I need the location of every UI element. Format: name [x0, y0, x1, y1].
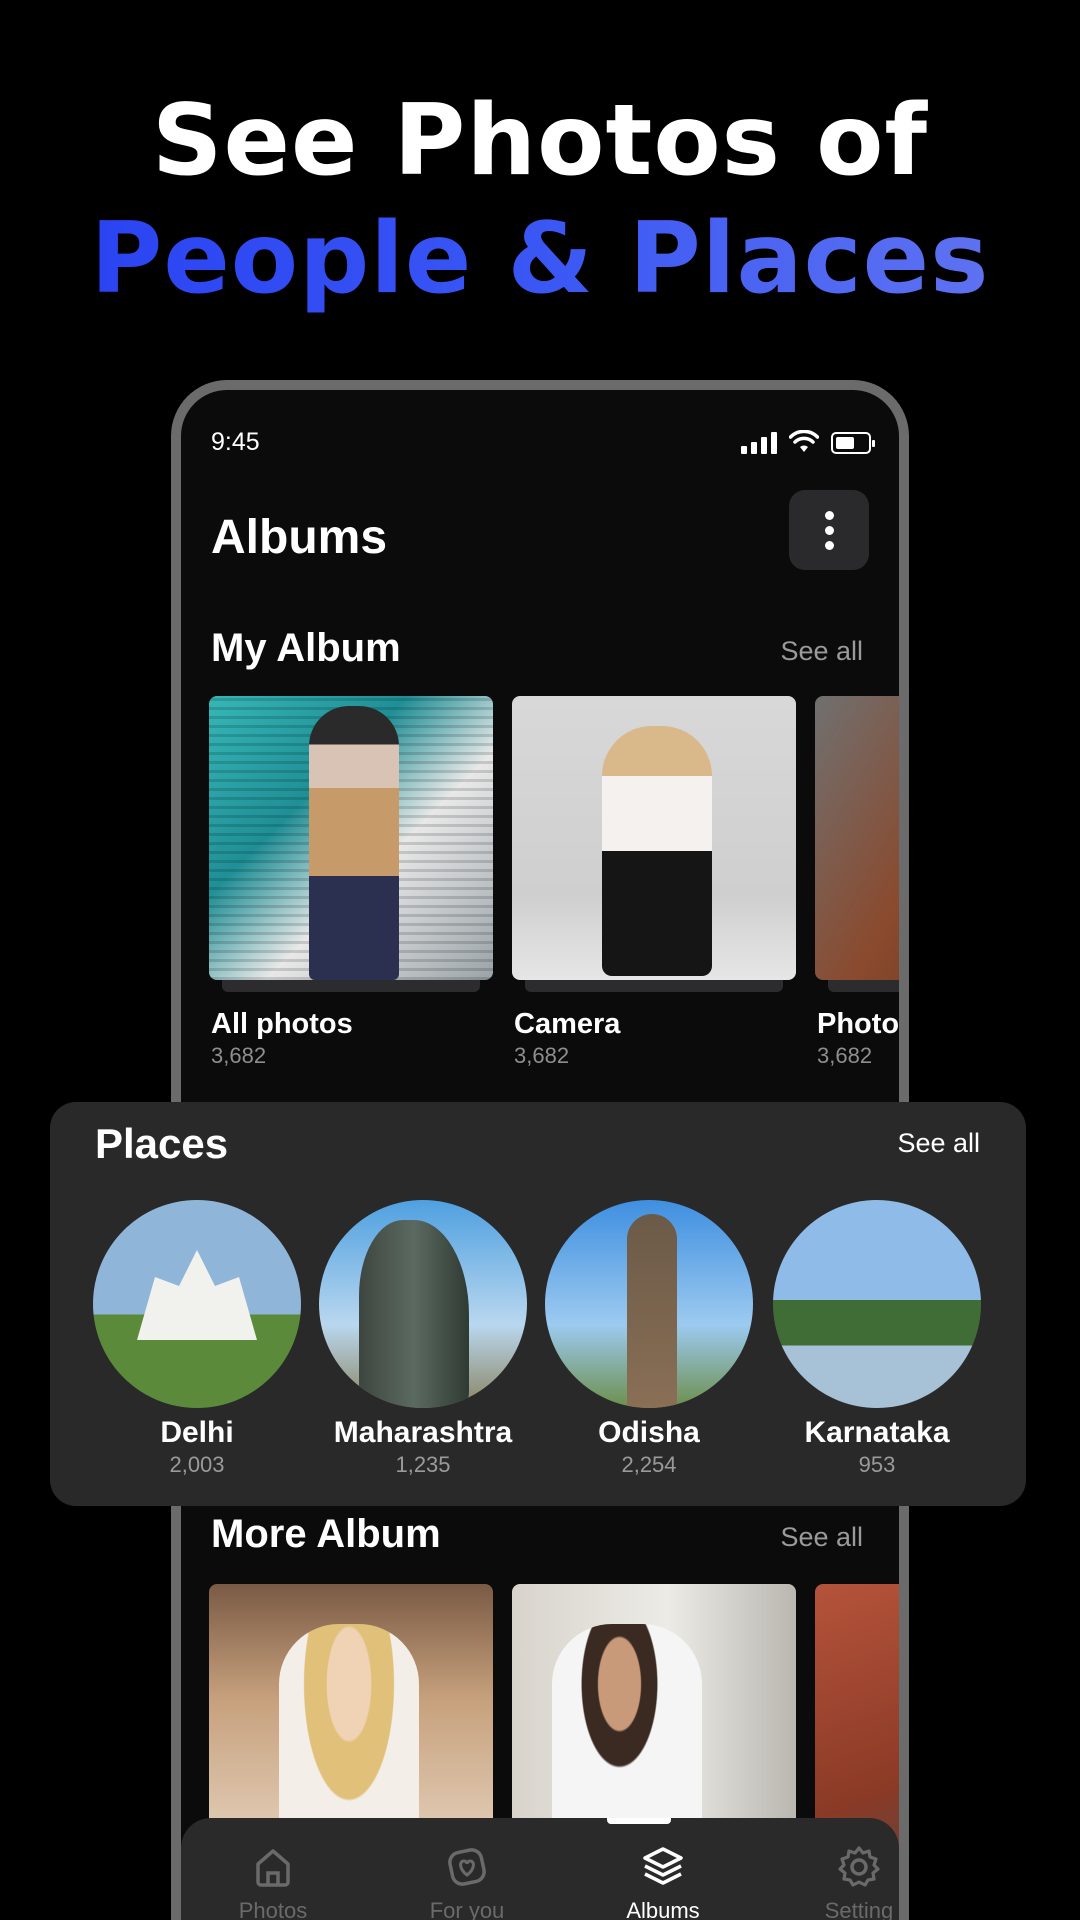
- nav-tab-photos[interactable]: Photos: [193, 1842, 353, 1920]
- headline-line-1: See Photos of: [151, 84, 929, 198]
- nav-tab-albums[interactable]: Albums: [583, 1842, 743, 1920]
- page-title: Albums: [211, 511, 388, 564]
- places-title: Places: [95, 1120, 229, 1167]
- active-tab-indicator: [607, 1818, 671, 1824]
- wifi-icon: [789, 430, 819, 452]
- places-card: Places See all Delhi 2,003 Maharashtra 1…: [50, 1102, 1026, 1506]
- album-thumbnail: [209, 696, 493, 980]
- place-count: 953: [858, 1452, 896, 1477]
- home-icon: [256, 1849, 290, 1887]
- place-name: Odisha: [598, 1416, 700, 1449]
- dot-icon: [824, 525, 834, 535]
- album-count: 3,682: [514, 1043, 570, 1068]
- signal-icon: [741, 432, 777, 454]
- album-count: 3,682: [211, 1043, 267, 1068]
- my-album-title: My Album: [211, 626, 401, 670]
- nav-label: Setting: [824, 1898, 894, 1920]
- headline-line-2: People & Places: [0, 200, 1080, 318]
- place-item-karnataka[interactable]: Karnataka 953: [772, 1200, 982, 1478]
- nav-tab-for-you[interactable]: For you: [387, 1842, 547, 1920]
- nav-label: For you: [429, 1898, 505, 1920]
- dot-icon: [824, 510, 834, 520]
- for-you-icon: [448, 1848, 486, 1886]
- more-album-title: More Album: [211, 1512, 441, 1556]
- album-thumbnail: [512, 696, 796, 980]
- dot-icon: [824, 540, 834, 550]
- place-count: 2,254: [621, 1452, 677, 1477]
- battery-icon: [831, 432, 875, 454]
- place-thumbnail: [319, 1200, 527, 1408]
- gear-icon: [838, 1846, 880, 1887]
- my-album-see-all-link[interactable]: See all: [780, 636, 863, 667]
- status-bar: 9:45: [211, 428, 875, 458]
- place-name: Maharashtra: [333, 1416, 513, 1449]
- place-thumbnail: [545, 1200, 753, 1408]
- more-options-button[interactable]: [789, 490, 869, 570]
- album-card-photo[interactable]: Photo 3,682: [815, 696, 900, 1069]
- album-thumbnail: [815, 696, 899, 980]
- album-count: 3,682: [817, 1043, 873, 1068]
- bottom-navigation: Photos For you Albums Setting: [181, 1818, 899, 1920]
- my-album-row: All photos 3,682 Camera 3,682 Photo 3,68…: [209, 696, 900, 1096]
- places-see-all-link[interactable]: See all: [897, 1128, 980, 1159]
- place-thumbnail: [93, 1200, 301, 1408]
- status-time: 9:45: [211, 428, 260, 456]
- place-item-odisha[interactable]: Odisha 2,254: [544, 1200, 754, 1478]
- albums-icon: [643, 1847, 683, 1885]
- place-thumbnail: [773, 1200, 981, 1408]
- album-name: Camera: [514, 1008, 621, 1040]
- nav-label: Albums: [626, 1898, 700, 1920]
- album-card-camera[interactable]: Camera 3,682: [512, 696, 796, 1069]
- album-card-all-photos[interactable]: All photos 3,682: [209, 696, 493, 1069]
- place-count: 1,235: [395, 1452, 451, 1477]
- promo-headline: See Photos of People & Places: [0, 82, 1080, 318]
- place-name: Karnataka: [804, 1416, 950, 1449]
- place-item-delhi[interactable]: Delhi 2,003: [92, 1200, 302, 1478]
- place-name: Delhi: [160, 1416, 234, 1449]
- place-count: 2,003: [169, 1452, 225, 1477]
- nav-label: Photos: [238, 1898, 308, 1920]
- more-album-see-all-link[interactable]: See all: [780, 1522, 863, 1553]
- nav-tab-setting[interactable]: Setting: [779, 1842, 899, 1920]
- album-name: Photo: [817, 1008, 900, 1040]
- place-item-maharashtra[interactable]: Maharashtra 1,235: [318, 1200, 528, 1478]
- album-name: All photos: [211, 1008, 353, 1040]
